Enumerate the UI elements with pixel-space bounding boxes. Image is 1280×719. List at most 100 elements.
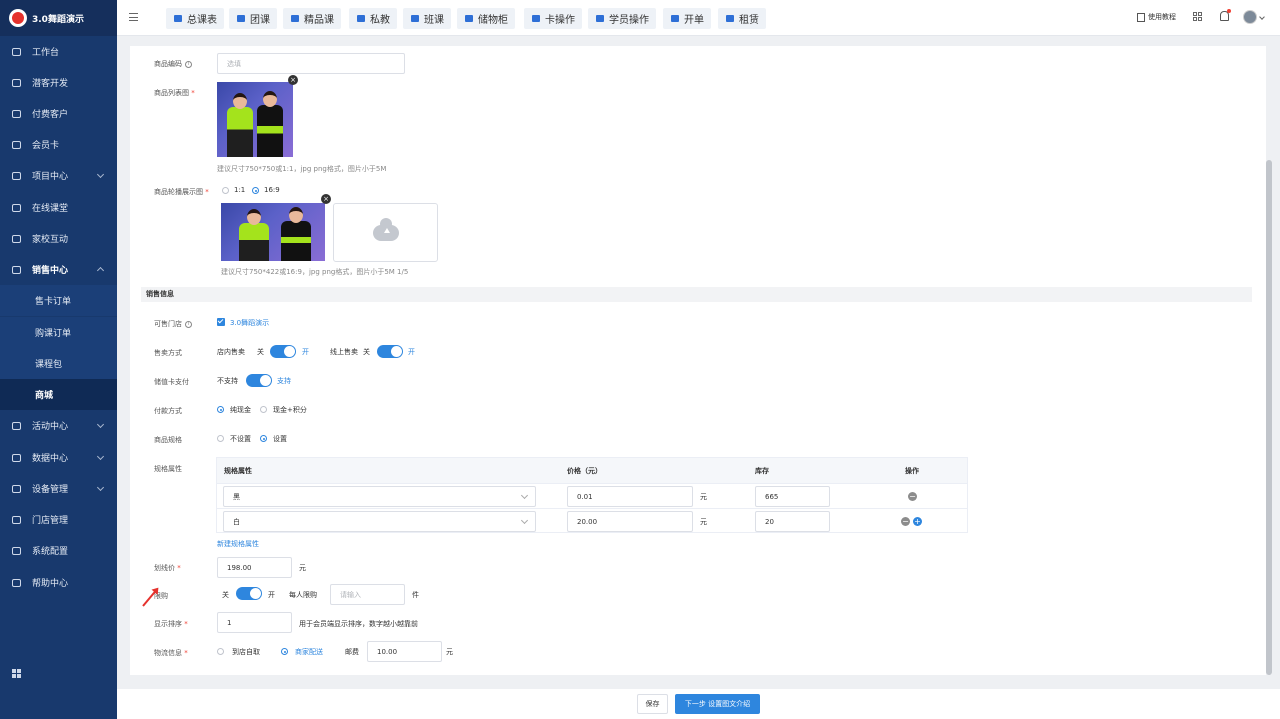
sort-input[interactable]: 1 bbox=[217, 612, 292, 633]
tab-class[interactable]: 班课 bbox=[403, 8, 451, 29]
stored-card-label: 储值卡支付 bbox=[154, 378, 189, 386]
logistics-radio-pickup[interactable] bbox=[217, 648, 224, 655]
sale-mode-label: 售卖方式 bbox=[154, 349, 182, 357]
avatar[interactable] bbox=[1243, 10, 1257, 24]
price-input[interactable]: 20.00 bbox=[567, 511, 693, 532]
ratio-radio-16-9[interactable] bbox=[252, 187, 259, 194]
line-price-input[interactable]: 198.00 bbox=[217, 557, 292, 578]
topbar: 总课表 团课 精品课 私教 班课 储物柜 卡操作 学员操作 开单 租赁 使用教程 bbox=[117, 0, 1280, 36]
line-price-label: 划线价 * bbox=[154, 564, 181, 572]
tab-label: 班课 bbox=[424, 15, 444, 26]
dashboard-icon bbox=[12, 47, 21, 56]
next-step-button[interactable]: 下一步 设置图文介绍 bbox=[675, 694, 760, 714]
tutorial-label: 使用教程 bbox=[1148, 13, 1176, 21]
tab-label: 精品课 bbox=[304, 15, 334, 26]
sidebar-subitem-mall[interactable]: 商城 bbox=[0, 379, 117, 410]
tab-schedule[interactable]: 总课表 bbox=[166, 8, 224, 29]
close-icon[interactable]: × bbox=[288, 75, 298, 85]
tutorial-link[interactable]: 使用教程 bbox=[1137, 12, 1176, 22]
sidebar-item-member-card[interactable]: 会员卡 bbox=[0, 129, 117, 160]
stock-input[interactable]: 665 bbox=[755, 486, 830, 507]
spec-radio-none[interactable] bbox=[217, 435, 224, 442]
column-header: 操作 bbox=[905, 467, 919, 475]
list-image-thumbnail[interactable] bbox=[217, 82, 293, 157]
store-checkbox[interactable] bbox=[217, 318, 225, 326]
attr-select[interactable]: 白 bbox=[223, 511, 536, 532]
store-value: 3.0舞蹈演示 bbox=[230, 319, 270, 327]
sidebar-item-label: 销售中心 bbox=[32, 266, 69, 276]
scrollbar[interactable] bbox=[1266, 160, 1272, 675]
stock-input[interactable]: 20 bbox=[755, 511, 830, 532]
sidebar-subitem-course-orders[interactable]: 购课订单 bbox=[0, 317, 117, 348]
sidebar-item-prospects[interactable]: 潜客开发 bbox=[0, 67, 117, 98]
new-attr-link[interactable]: 新建规格属性 bbox=[217, 539, 259, 549]
tab-group-class[interactable]: 团课 bbox=[229, 8, 277, 29]
tab-label: 开单 bbox=[684, 15, 704, 26]
brand[interactable]: 3.0舞蹈演示 bbox=[0, 0, 117, 36]
chevron-down-icon[interactable] bbox=[1259, 14, 1265, 20]
tab-card-ops[interactable]: 卡操作 bbox=[524, 8, 582, 29]
tab-student-ops[interactable]: 学员操作 bbox=[588, 8, 656, 29]
price-input[interactable]: 0.01 bbox=[567, 486, 693, 507]
sidebar-item-dashboard[interactable]: 工作台 bbox=[0, 36, 117, 67]
code-input[interactable]: 选填 bbox=[217, 53, 405, 74]
apps-grid-icon[interactable] bbox=[12, 669, 21, 678]
sidebar-subitem-course-package[interactable]: 课程包 bbox=[0, 348, 117, 379]
sidebar-item-stores[interactable]: 门店管理 bbox=[0, 504, 117, 535]
stored-card-toggle[interactable] bbox=[246, 374, 272, 387]
pay-radio-cash-points[interactable] bbox=[260, 406, 267, 413]
attr-select[interactable]: 黑 bbox=[223, 486, 536, 507]
per-person-input[interactable]: 请输入 bbox=[330, 584, 405, 605]
spec-radio-set[interactable] bbox=[260, 435, 267, 442]
sidebar-item-label: 数据中心 bbox=[32, 454, 69, 464]
menu-toggle-icon[interactable] bbox=[129, 13, 138, 21]
pay-radio-cash[interactable] bbox=[217, 406, 224, 413]
add-row-icon[interactable]: + bbox=[913, 517, 922, 526]
sidebar-item-projects[interactable]: 项目中心 bbox=[0, 160, 117, 191]
remove-row-icon[interactable]: − bbox=[901, 517, 910, 526]
close-icon[interactable]: × bbox=[321, 194, 331, 204]
save-button[interactable]: 保存 bbox=[637, 694, 668, 714]
tab-new-order[interactable]: 开单 bbox=[663, 8, 711, 29]
tab-locker[interactable]: 储物柜 bbox=[457, 8, 515, 29]
content-panel bbox=[130, 46, 1266, 675]
toggle-off-label: 关 bbox=[363, 348, 370, 356]
sidebar-item-customers[interactable]: 付费客户 bbox=[0, 98, 117, 129]
sidebar-subitem-card-orders[interactable]: 售卡订单 bbox=[0, 285, 117, 316]
unit-label: 元 bbox=[700, 518, 707, 526]
sidebar-item-activity[interactable]: 活动中心 bbox=[0, 410, 117, 441]
sidebar-subitem-label: 商城 bbox=[35, 391, 54, 401]
apps-icon[interactable] bbox=[1193, 12, 1202, 21]
private-icon bbox=[357, 15, 365, 22]
chevron-down-icon bbox=[96, 483, 105, 492]
postage-input[interactable]: 10.00 bbox=[367, 641, 442, 662]
pay-label: 付款方式 bbox=[154, 407, 182, 415]
tab-rental[interactable]: 租赁 bbox=[718, 8, 766, 29]
sidebar-item-system[interactable]: 系统配置 bbox=[0, 535, 117, 566]
attr-label: 规格属性 bbox=[154, 465, 182, 473]
tab-private[interactable]: 私教 bbox=[349, 8, 397, 29]
project-icon bbox=[12, 171, 21, 180]
bell-icon[interactable] bbox=[1220, 9, 1231, 21]
carousel-image-thumbnail[interactable] bbox=[221, 203, 325, 261]
sidebar-item-label: 活动中心 bbox=[32, 422, 69, 432]
sidebar-item-help[interactable]: 帮助中心 bbox=[0, 567, 117, 598]
table-row: 白 20.00 元 20 − + bbox=[217, 508, 967, 533]
sidebar-item-online-class[interactable]: 在线课堂 bbox=[0, 192, 117, 223]
online-toggle[interactable] bbox=[377, 345, 403, 358]
logistics-option-label: 商家配送 bbox=[295, 648, 323, 656]
tab-premium-class[interactable]: 精品课 bbox=[283, 8, 341, 29]
sidebar-item-data[interactable]: 数据中心 bbox=[0, 442, 117, 473]
device-icon bbox=[12, 484, 21, 493]
sidebar-item-sales[interactable]: 销售中心 bbox=[0, 254, 117, 285]
chevron-up-icon bbox=[96, 266, 105, 275]
spec-option-label: 设置 bbox=[273, 435, 287, 443]
sidebar-item-devices[interactable]: 设备管理 bbox=[0, 473, 117, 504]
logistics-radio-delivery[interactable] bbox=[281, 648, 288, 655]
upload-button[interactable] bbox=[333, 203, 438, 262]
instore-toggle[interactable] bbox=[270, 345, 296, 358]
sidebar-item-interaction[interactable]: 家校互动 bbox=[0, 223, 117, 254]
ratio-radio-1-1[interactable] bbox=[222, 187, 229, 194]
remove-row-icon[interactable]: − bbox=[908, 492, 917, 501]
limit-toggle[interactable] bbox=[236, 587, 262, 600]
